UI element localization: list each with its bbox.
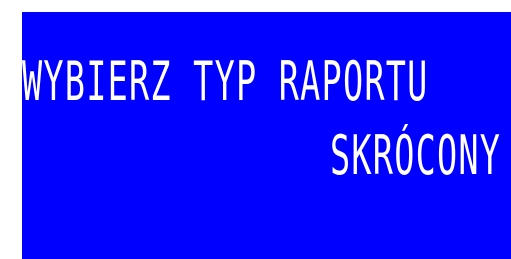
report-type-option: SKRÓCONY [330,124,502,187]
lcd-display: WYBIERZ TYP RAPORTU SKRÓCONY [22,12,511,259]
prompt-line: WYBIERZ TYP RAPORTU [22,50,429,113]
